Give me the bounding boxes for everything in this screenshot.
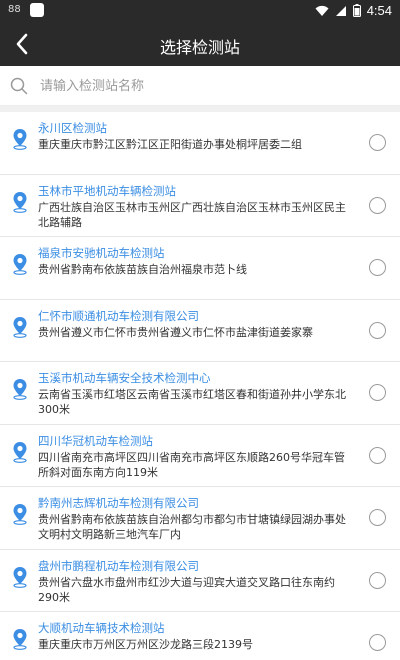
notification-icon	[30, 3, 44, 17]
station-address: 广西壮族自治区玉林市玉州区广西壮族自治区玉林市玉州区民主北路辅路	[38, 200, 346, 229]
status-bar: 88 4:54	[0, 0, 400, 22]
station-address: 重庆重庆市万州区万州区沙龙路三段2139号	[38, 638, 253, 651]
station-name: 仁怀市顺通机动车检测有限公司	[38, 308, 199, 323]
station-name: 大顺机动车辆技术检测站	[38, 621, 165, 635]
select-radio[interactable]	[369, 259, 386, 276]
location-pin-icon	[13, 379, 27, 400]
station-item[interactable]: 盘州市鹏程机动车检测有限公司贵州省六盘水市盘州市红沙大道与迎宾大道交叉路口往东南…	[0, 549, 400, 612]
station-item[interactable]: 仁怀市顺通机动车检测有限公司贵州省遵义市仁怀市贵州省遵义市仁怀市盐津街道姜家寨	[0, 299, 400, 362]
search-input[interactable]	[40, 74, 380, 98]
station-item[interactable]: 永川区检测站重庆重庆市黔江区黔江区正阳街道办事处桐坪居委二组	[0, 112, 400, 175]
station-name: 玉林市平地机动车辆检测站	[38, 183, 176, 198]
page-title: 选择检测站	[159, 38, 240, 57]
select-radio[interactable]	[369, 196, 386, 214]
station-item[interactable]: 黔南州志辉机动车检测有限公司贵州省黔南布依族苗族自治州都匀市都匀市甘塘镇绿园湖办…	[0, 487, 400, 550]
station-name: 黔南州志辉机动车检测有限公司	[38, 496, 199, 510]
station-list: 永川区检测站 重庆重庆市黔江区黔江区正阳街道办事处桐坪居委二组 玉林市平地机动车辆检…	[0, 112, 400, 660]
station-address: 贵州省六盘水市盘州市红沙大道与迎宾大道交叉路口往东南约290米	[38, 575, 335, 604]
station-name: 四川华冠机动车检测站	[38, 433, 153, 448]
location-pin-icon	[13, 566, 27, 588]
status-time: 4:54	[366, 3, 392, 18]
status-notification-text: 88	[8, 4, 21, 15]
location-pin-icon	[13, 129, 27, 150]
station-name: 福泉市安驰机动车检测站	[38, 246, 165, 260]
station-item[interactable]: 玉林市平地机动车辆检测站广西壮族自治区玉林市玉州区广西壮族自治区玉林市玉州区民主…	[0, 174, 400, 237]
location-pin-icon	[13, 191, 27, 213]
select-radio[interactable]	[369, 571, 386, 589]
location-pin-icon	[13, 441, 27, 463]
station-address: 贵州省遵义市仁怀市贵州省遵义市仁怀市盐津街道姜家寨	[38, 325, 313, 339]
station-address: 四川省南充市高坪区四川省南充市高坪区东顺路260号华冠车管所斜对面东南方向119…	[38, 450, 345, 479]
search-icon	[10, 77, 28, 95]
station-address: 重庆重庆市黔江区黔江区正阳街道办事处桐坪居委二组	[38, 138, 302, 151]
station-address: 云南省玉溪市红塔区云南省玉溪市红塔区春和街道孙井小学东北300米	[38, 388, 346, 416]
nav-bar: 选择检测站	[0, 22, 400, 66]
station-address: 贵州省黔南布依族苗族自治州福泉市范卜线	[38, 263, 247, 276]
select-radio[interactable]	[369, 446, 386, 464]
select-radio[interactable]	[369, 384, 386, 401]
location-pin-icon	[13, 254, 27, 275]
select-radio[interactable]	[369, 634, 386, 651]
location-pin-icon	[13, 629, 27, 650]
signal-icon	[335, 5, 346, 16]
station-item[interactable]: 玉溪市机动车辆安全技术检测中心云南省玉溪市红塔区云南省玉溪市红塔区春和街道孙井小…	[0, 362, 400, 425]
station-name: 永川区检测站	[38, 121, 107, 135]
location-pin-icon	[13, 316, 27, 338]
select-radio[interactable]	[369, 321, 386, 339]
station-item[interactable]: 福泉市安驰机动车检测站贵州省黔南布依族苗族自治州福泉市范卜线	[0, 237, 400, 300]
location-pin-icon	[13, 504, 27, 525]
status-icons: 4:54	[315, 3, 392, 18]
search-bar	[0, 66, 400, 106]
station-name: 盘州市鹏程机动车检测有限公司	[38, 558, 199, 573]
station-name: 玉溪市机动车辆安全技术检测中心	[38, 371, 211, 385]
station-item[interactable]: 大顺机动车辆技术检测站重庆重庆市万州区万州区沙龙路三段2139号	[0, 612, 400, 660]
station-item[interactable]: 四川华冠机动车检测站四川省南充市高坪区四川省南充市高坪区东顺路260号华冠车管所…	[0, 424, 400, 487]
battery-icon	[352, 4, 361, 17]
wifi-icon	[315, 5, 329, 16]
station-address: 贵州省黔南布依族苗族自治州都匀市都匀市甘塘镇绿园湖办事处文明村文明路新三地汽车厂…	[38, 513, 346, 541]
select-radio[interactable]	[369, 509, 386, 526]
select-radio[interactable]	[369, 134, 386, 151]
